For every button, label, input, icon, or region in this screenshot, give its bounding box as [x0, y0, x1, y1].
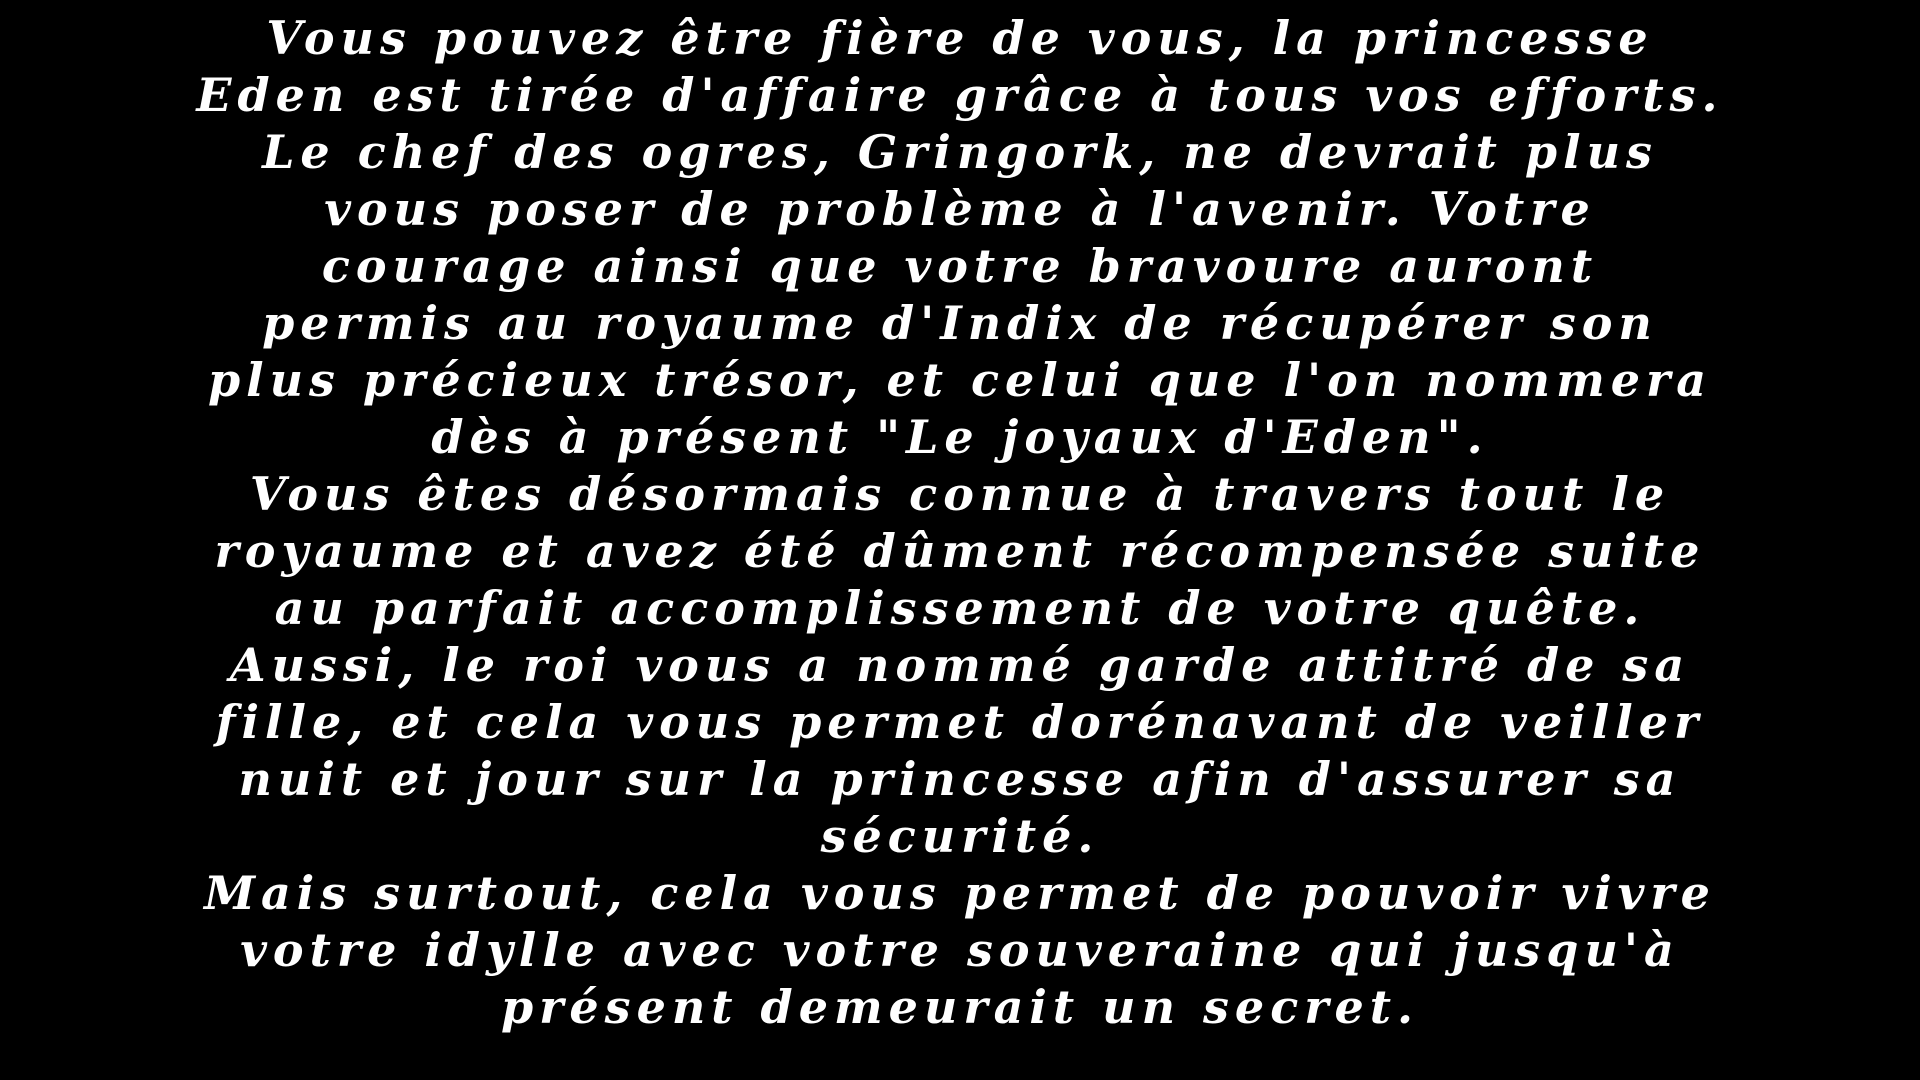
story-line: plus précieux trésor, et celui que l'on … — [207, 353, 1713, 407]
story-line: sécurité. — [820, 809, 1100, 863]
story-line: courage ainsi que votre bravoure auront — [321, 239, 1599, 293]
story-line: permis au royaume d'Indix de récupérer s… — [262, 296, 1658, 350]
story-line: présent demeurait un secret. — [501, 980, 1419, 1034]
story-line: fille, et cela vous permet dorénavant de… — [215, 695, 1705, 749]
story-line: royaume et avez été dûment récompensée s… — [214, 524, 1706, 578]
story-line: dès à présent "Le joyaux d'Eden". — [431, 410, 1489, 464]
story-line: votre idylle avec votre souveraine qui j… — [240, 923, 1680, 977]
ending-screen: Vous pouvez être fière de vous, la princ… — [0, 0, 1920, 1080]
story-line: Eden est tirée d'affaire grâce à tous vo… — [196, 68, 1724, 122]
ending-story-text: Vous pouvez être fière de vous, la princ… — [0, 10, 1920, 1036]
story-line: nuit et jour sur la princesse afin d'ass… — [238, 752, 1682, 806]
story-line: vous poser de problème à l'avenir. Votre — [324, 182, 1596, 236]
story-line: Mais surtout, cela vous permet de pouvoi… — [204, 866, 1716, 920]
story-line: Vous êtes désormais connue à travers tou… — [249, 467, 1671, 521]
story-line: au parfait accomplissement de votre quêt… — [274, 581, 1646, 635]
story-line: Vous pouvez être fière de vous, la princ… — [266, 11, 1654, 65]
story-line: Le chef des ogres, Gringork, ne devrait … — [262, 125, 1658, 179]
story-line: Aussi, le roi vous a nommé garde attitré… — [229, 638, 1691, 692]
